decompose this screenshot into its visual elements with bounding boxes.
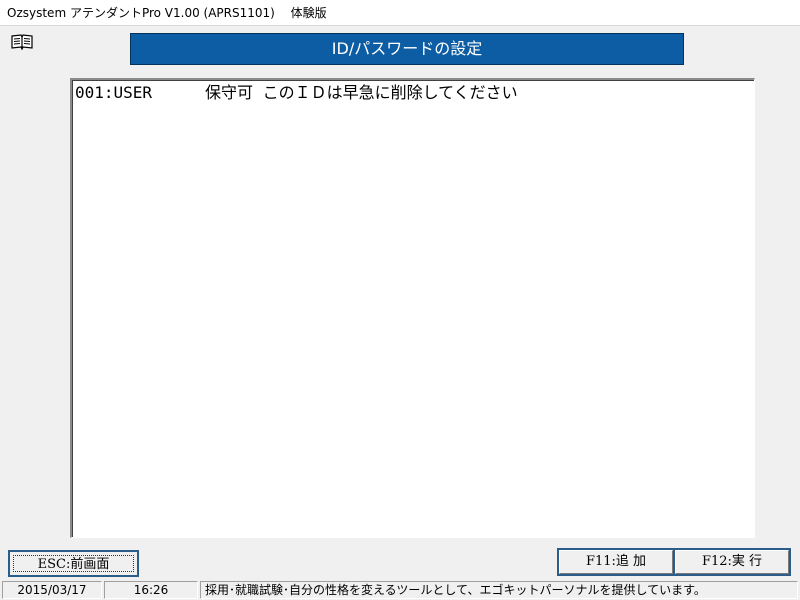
list-item-text: 保守可 このＩＤは早急に削除してください xyxy=(205,83,518,102)
function-key-group: F11:追 加 F12:実 行 xyxy=(557,548,791,576)
status-message: 採用･就職試験･自分の性格を変えるツールとして、エゴキットパーソナルを提供してい… xyxy=(200,581,798,599)
window-title: Ozsystem アテンダントPro V1.00 (APRS1101) 体験版 xyxy=(0,0,800,26)
status-date: 2015/03/17 xyxy=(2,581,102,599)
app-window: Ozsystem アテンダントPro V1.00 (APRS1101) 体験版 … xyxy=(0,0,800,600)
status-bar: 2015/03/17 16:26 採用･就職試験･自分の性格を変えるツールとして… xyxy=(0,580,800,600)
f12-execute-button[interactable]: F12:実 行 xyxy=(675,550,789,574)
list-item[interactable]: 001:USER 保守可 このＩＤは早急に削除してください xyxy=(75,82,518,104)
list-item-id: 001:USER xyxy=(75,83,153,102)
status-time: 16:26 xyxy=(104,581,198,599)
book-icon[interactable] xyxy=(10,33,34,51)
f11-add-button[interactable]: F11:追 加 xyxy=(559,550,673,574)
esc-back-button[interactable]: ESC:前画面 xyxy=(8,550,139,577)
esc-back-button-label: ESC:前画面 xyxy=(13,555,134,572)
id-list[interactable]: 001:USER 保守可 このＩＤは早急に削除してください xyxy=(70,78,755,538)
page-title: ID/パスワードの設定 xyxy=(130,33,684,65)
